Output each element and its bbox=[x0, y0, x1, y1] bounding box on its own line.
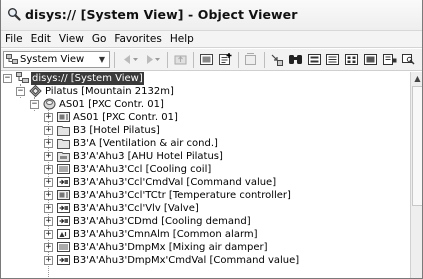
expand-toggle[interactable]: + bbox=[44, 178, 53, 187]
tree-node-label: B3'A'Ahu3'Ccl [Cooling coil] bbox=[73, 164, 212, 175]
tree-node-label: B3'A'Ahu3'DmpMx [Mixing air damper] bbox=[73, 242, 268, 253]
extra-view-icon[interactable] bbox=[401, 52, 416, 67]
tree-node-root[interactable]: − disys:// [System View] bbox=[1, 72, 201, 85]
tree-node-label: AS01 [PXC Contr. 01] bbox=[59, 99, 164, 110]
view-selector[interactable]: System View ▼ bbox=[3, 51, 110, 68]
toolbar-separator bbox=[167, 52, 168, 68]
view-selector-value: System View bbox=[20, 54, 85, 65]
tree-node-label: disys:// [System View] bbox=[31, 72, 144, 85]
site-icon bbox=[29, 85, 42, 97]
tree-node[interactable]: + B3'A'Ahu3'Ccl'Vlv [Valve] bbox=[1, 202, 381, 215]
tree-node[interactable]: + B3'A'Ahu3'CDmd [Cooling demand] bbox=[1, 215, 381, 228]
toolbar: System View ▼ bbox=[1, 49, 422, 71]
tree-node[interactable]: + B3'A'Ahu3'Ccl'CmdVal [Command value] bbox=[1, 176, 381, 189]
collapse-toggle[interactable]: − bbox=[30, 100, 39, 109]
tree-node-label: B3 [Hotel Pilatus] bbox=[73, 125, 160, 136]
toolbar-separator bbox=[264, 52, 265, 68]
collapse-toggle[interactable]: − bbox=[16, 87, 25, 96]
coil-icon bbox=[57, 164, 70, 174]
controller-icon bbox=[57, 112, 70, 122]
expand-toggle[interactable]: + bbox=[44, 256, 53, 265]
tree-node-station[interactable]: − AS01 [PXC Contr. 01] bbox=[1, 98, 201, 111]
tree-node-label: Pilatus [Mountain 2132m] bbox=[45, 86, 174, 97]
expand-toggle[interactable]: + bbox=[44, 243, 53, 252]
folder-icon bbox=[57, 139, 70, 149]
details-view-icon[interactable] bbox=[325, 52, 340, 67]
list-view-icon[interactable] bbox=[307, 52, 322, 67]
expand-toggle[interactable]: + bbox=[44, 204, 53, 213]
tree-node-label: B3'A'Ahu3'DmpMx'CmdVal [Command value] bbox=[73, 255, 300, 266]
tree-node[interactable]: + B3 [Hotel Pilatus] bbox=[1, 124, 381, 137]
expand-toggle[interactable]: + bbox=[44, 217, 53, 226]
folder-icon bbox=[57, 126, 70, 136]
expand-toggle[interactable]: + bbox=[44, 126, 53, 135]
expand-toggle[interactable]: + bbox=[44, 165, 53, 174]
vertical-scrollbar[interactable]: ▲ bbox=[410, 72, 422, 278]
forward-dropdown-icon[interactable] bbox=[154, 52, 161, 67]
expand-toggle[interactable]: + bbox=[44, 113, 53, 122]
toolbar-separator bbox=[238, 52, 239, 68]
menu-view[interactable]: View bbox=[55, 31, 88, 48]
tree-node-label: AS01 [PXC Contr. 01] bbox=[73, 112, 178, 123]
menu-bar: File Edit View Go Favorites Help bbox=[1, 31, 422, 48]
alarm-icon bbox=[57, 229, 70, 239]
find-icon[interactable] bbox=[288, 52, 303, 67]
system-root-icon bbox=[16, 72, 29, 83]
tree-node-label: B3'A'Ahu3'Ccl'CmdVal [Command value] bbox=[73, 177, 277, 188]
controller-icon bbox=[57, 190, 70, 200]
delete-icon[interactable] bbox=[243, 52, 258, 67]
properties-icon[interactable] bbox=[199, 52, 214, 67]
menu-help[interactable]: Help bbox=[166, 31, 198, 48]
station-icon bbox=[43, 98, 56, 110]
toolbar-separator bbox=[114, 52, 115, 68]
toolbar-separator bbox=[193, 52, 194, 68]
system-view-icon bbox=[6, 54, 18, 64]
tree-node[interactable]: + AS01 [PXC Contr. 01] bbox=[1, 111, 381, 124]
scroll-up-arrow-icon[interactable]: ▲ bbox=[411, 72, 422, 85]
ahu-icon bbox=[57, 152, 70, 162]
value-icon bbox=[57, 203, 70, 213]
tree-node-label: B3'A [Ventilation & air cond.] bbox=[73, 138, 218, 149]
tree-node-label: B3'A'Ahu3 [AHU Hotel Pilatus] bbox=[73, 151, 223, 162]
menu-file[interactable]: File bbox=[1, 31, 27, 48]
magnifier-icon bbox=[8, 8, 21, 21]
window-title: disys:// [System View] - Object Viewer bbox=[25, 7, 298, 22]
expand-toggle[interactable]: + bbox=[44, 139, 53, 148]
scrollbar-thumb[interactable] bbox=[412, 86, 422, 206]
new-object-icon[interactable] bbox=[218, 52, 233, 67]
title-bar[interactable]: disys:// [System View] - Object Viewer bbox=[1, 0, 422, 31]
tree-node-label: B3'A'Ahu3'Ccl'Vlv [Valve] bbox=[73, 203, 199, 214]
coil-icon bbox=[57, 242, 70, 252]
menu-favorites[interactable]: Favorites bbox=[110, 31, 165, 48]
menu-edit[interactable]: Edit bbox=[27, 31, 55, 48]
tree-node[interactable]: + B3'A'Ahu3'DmpMx [Mixing air damper] bbox=[1, 241, 381, 254]
up-folder-icon[interactable] bbox=[173, 52, 188, 67]
tree-node[interactable]: + B3'A'Ahu3'Ccl [Cooling coil] bbox=[1, 163, 381, 176]
tree-node-label: B3'A'Ahu3'CDmd [Cooling demand] bbox=[73, 216, 251, 227]
link-icon[interactable] bbox=[269, 52, 284, 67]
tree-node[interactable]: + B3'A'Ahu3 [AHU Hotel Pilatus] bbox=[1, 150, 381, 163]
tree-node[interactable]: + B3'A'Ahu3'DmpMx'CmdVal [Command value] bbox=[1, 254, 381, 267]
back-dropdown-icon[interactable] bbox=[132, 52, 139, 67]
value-icon bbox=[57, 216, 70, 226]
tree-node-label: B3'A'Ahu3'CmnAlm [Common alarm] bbox=[73, 229, 258, 240]
expand-toggle[interactable]: + bbox=[44, 230, 53, 239]
collapse-toggle[interactable]: − bbox=[3, 74, 12, 83]
tree-node-site[interactable]: − Pilatus [Mountain 2132m] bbox=[1, 85, 201, 98]
preview-view-icon[interactable] bbox=[382, 52, 397, 67]
expand-toggle[interactable]: + bbox=[44, 152, 53, 161]
object-viewer-window: disys:// [System View] - Object Viewer F… bbox=[0, 0, 423, 279]
tile-view-icon[interactable] bbox=[363, 52, 378, 67]
tree-node[interactable]: + B3'A [Ventilation & air cond.] bbox=[1, 137, 381, 150]
menu-go[interactable]: Go bbox=[88, 31, 111, 48]
grid-view-icon[interactable] bbox=[344, 52, 359, 67]
tree-node[interactable]: + B3'A'Ahu3'CmnAlm [Common alarm] bbox=[1, 228, 381, 241]
value-icon bbox=[57, 177, 70, 187]
object-tree[interactable]: − disys:// [System View] − Pilatus [Moun… bbox=[1, 72, 410, 278]
chevron-down-icon[interactable]: ▼ bbox=[96, 53, 108, 66]
tree-node[interactable]: + B3'A'Ahu3'Ccl'TCtr [Temperature contro… bbox=[1, 189, 381, 202]
expand-toggle[interactable]: + bbox=[44, 191, 53, 200]
value-icon bbox=[57, 255, 70, 265]
tree-node-label: B3'A'Ahu3'Ccl'TCtr [Temperature controll… bbox=[73, 190, 291, 201]
